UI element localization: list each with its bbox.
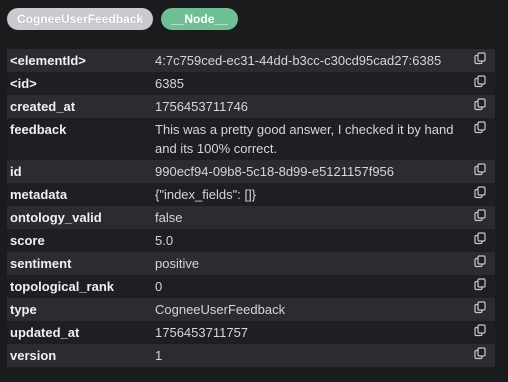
- property-key: ontology_valid: [10, 210, 102, 225]
- property-value: 1: [155, 348, 163, 363]
- property-key: <id>: [10, 76, 37, 91]
- copy-icon[interactable]: [474, 278, 487, 291]
- copy-icon[interactable]: [474, 75, 487, 88]
- copy-icon[interactable]: [474, 232, 487, 245]
- properties-table: <elementId> 4:7c759ced-ec31-44dd-b3cc-c3…: [7, 49, 495, 367]
- property-key: type: [10, 302, 37, 317]
- property-key: created_at: [10, 99, 76, 114]
- property-row-ontology-valid: ontology_valid false: [7, 206, 495, 229]
- copy-icon[interactable]: [474, 324, 487, 337]
- property-row-feedback: feedback This was a pretty good answer, …: [7, 118, 495, 160]
- property-key: topological_rank: [10, 279, 115, 294]
- property-value: {"index_fields": []}: [155, 187, 257, 202]
- property-value: 1756453711757: [155, 325, 249, 340]
- copy-icon[interactable]: [474, 301, 487, 314]
- property-value: 5.0: [155, 233, 174, 248]
- label-badge-node[interactable]: __Node__: [161, 8, 238, 30]
- property-value: This was a pretty good answer, I checked…: [155, 122, 454, 156]
- label-badges: CogneeUserFeedback __Node__: [7, 8, 238, 30]
- property-value: 1756453711746: [155, 99, 249, 114]
- property-row-internal-id: <id> 6385: [7, 72, 495, 95]
- copy-icon[interactable]: [474, 186, 487, 199]
- property-row-topological-rank: topological_rank 0: [7, 275, 495, 298]
- property-key: sentiment: [10, 256, 72, 271]
- property-key: score: [10, 233, 45, 248]
- property-key: metadata: [10, 187, 68, 202]
- property-row-sentiment: sentiment positive: [7, 252, 495, 275]
- property-row-id: id 990ecf94-09b8-5c18-8d99-e5121157f956: [7, 160, 495, 183]
- property-row-element-id: <elementId> 4:7c759ced-ec31-44dd-b3cc-c3…: [7, 49, 495, 72]
- property-row-type: type CogneeUserFeedback: [7, 298, 495, 321]
- copy-icon[interactable]: [474, 255, 487, 268]
- property-value: positive: [155, 256, 200, 271]
- copy-icon[interactable]: [474, 163, 487, 176]
- property-row-metadata: metadata {"index_fields": []}: [7, 183, 495, 206]
- property-key: feedback: [10, 122, 67, 137]
- property-value: 4:7c759ced-ec31-44dd-b3cc-c30cd95cad27:6…: [155, 53, 442, 68]
- property-row-updated-at: updated_at 1756453711757: [7, 321, 495, 344]
- property-value: 990ecf94-09b8-5c18-8d99-e5121157f956: [155, 164, 395, 179]
- property-row-score: score 5.0: [7, 229, 495, 252]
- property-row-created-at: created_at 1756453711746: [7, 95, 495, 118]
- node-properties-panel: CogneeUserFeedback __Node__ <elementId> …: [0, 0, 508, 382]
- property-value: 6385: [155, 76, 184, 91]
- property-value: 0: [155, 279, 163, 294]
- property-value: CogneeUserFeedback: [155, 302, 286, 317]
- property-key: version: [10, 348, 57, 363]
- property-row-version: version 1: [7, 344, 495, 367]
- copy-icon[interactable]: [474, 121, 487, 134]
- copy-icon[interactable]: [474, 347, 487, 360]
- property-value: false: [155, 210, 183, 225]
- property-key: id: [10, 164, 22, 179]
- property-key: <elementId>: [10, 53, 86, 68]
- label-badge-cognee-user-feedback[interactable]: CogneeUserFeedback: [7, 8, 154, 30]
- copy-icon[interactable]: [474, 98, 487, 111]
- property-key: updated_at: [10, 325, 80, 340]
- copy-icon[interactable]: [474, 209, 487, 222]
- copy-icon[interactable]: [474, 52, 487, 65]
